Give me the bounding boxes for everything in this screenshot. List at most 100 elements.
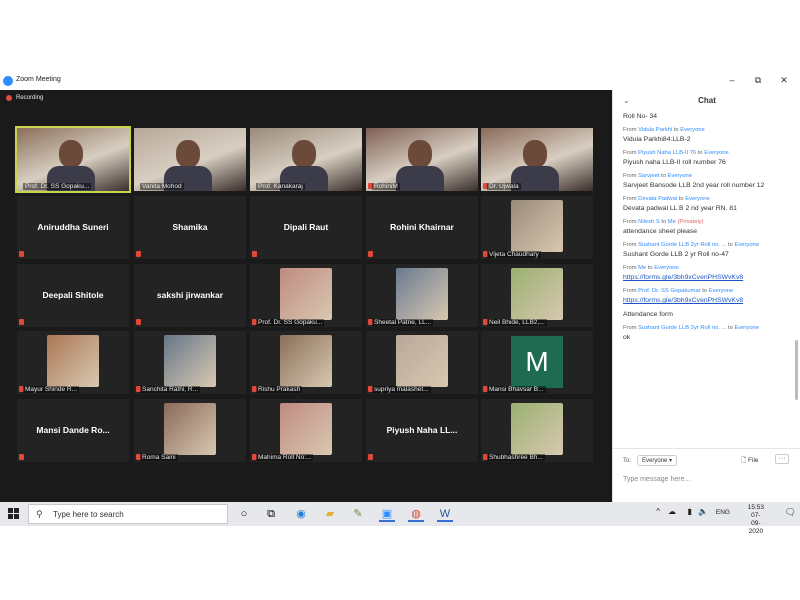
participant-tile[interactable]: sakshi jirwankar [134,264,246,327]
task-view-icon[interactable]: ⧉ [263,506,279,522]
participant-tile[interactable]: Vanita Mohod [134,128,246,191]
chat-sender: From Sushant Gorde LLB 2yr Roll no. ... … [623,242,759,248]
minimize-button[interactable]: – [726,75,738,85]
windows-taskbar: ⚲ Type here to search ○ ⧉ ◉ ▰ ✎ ▣ ◍ W ^ … [0,502,800,535]
notification-icon[interactable]: 🗨 [785,507,796,518]
participant-tile[interactable]: M Mansi Bhavsar B... [481,331,593,394]
participant-tile[interactable]: Prof. Kanakaraj [250,128,362,191]
profile-picture [396,335,448,387]
chat-panel: ⌄ Chat Roll No- 34 From Vidula Parkhi to … [612,90,800,502]
taskbar-search[interactable]: ⚲ Type here to search [28,504,228,524]
chat-body: attendance sheet please [623,228,698,235]
file-label: File [748,457,759,464]
cortana-icon[interactable]: ○ [236,506,252,522]
participant-label: Neil Bhide, LLB2,... [487,319,547,326]
chat-body: Vidula Parkhi84:LLB-2 [623,136,691,143]
participant-tile[interactable]: Shubhashree Bh... [481,399,593,462]
file-button[interactable]: 🗋 File [741,456,759,467]
recording-indicator[interactable]: Recording [6,95,43,101]
chat-message: From Me to Everyone https://forms.gle/3bh… [623,264,793,282]
participant-name: Shamika [172,222,208,232]
recording-label: Recording [16,95,44,101]
file-explorer-icon[interactable]: ▰ [322,506,338,522]
participant-tile[interactable]: RohiniM [366,128,478,191]
chat-link[interactable]: https://forms.gle/3bh9xCvenPHSWvKv8 [623,297,743,304]
muted-mic-icon [252,251,257,257]
cloud-icon[interactable]: ☁ [668,507,676,516]
maximize-button[interactable]: ⧉ [752,75,764,85]
participant-tile[interactable]: Mayur Shinde R... [17,331,129,394]
participant-tile[interactable]: Mansi Dande Ro... [17,399,129,462]
participant-video [250,128,362,191]
chat-link[interactable]: https://forms.gle/3bh9xCvenPHSWvKv8 [623,274,743,281]
chat-message: From Nilesh S to Me (Privately) attendanc… [623,218,793,236]
participant-tile[interactable]: Mahima Roll No:... [250,399,362,462]
chat-body[interactable]: https://forms.gle/3bh9xCvenPHSWvKv8 [623,273,793,282]
chat-sender: From Devata Padwal to Everyone [623,196,710,202]
avatar-letter: M [511,336,563,388]
profile-picture [396,268,448,320]
paint-icon[interactable]: ✎ [350,506,366,522]
close-button[interactable]: ✕ [778,75,790,85]
chat-sender: From Prof. Dr. SS Gopakumar to Everyone [623,288,734,294]
record-dot-icon [6,95,12,101]
participant-tile[interactable]: Dr. Ujwala [481,128,593,191]
chat-message-list[interactable]: Roll No- 34 From Vidula Parkhi to Everyon… [623,112,793,442]
to-label: To: [623,458,632,464]
participant-label: RohiniM [372,183,400,190]
participant-tile[interactable]: Roma Saini [134,399,246,462]
participant-label: Vanita Mohod [140,183,184,190]
chrome-icon[interactable]: ◍ [408,506,424,522]
participant-tile[interactable]: Shamika [134,196,246,259]
zoom-logo-icon [3,76,13,86]
clock-date: 07-09-2020 [748,512,764,535]
chat-input[interactable]: Type message here... [623,476,690,483]
participant-name: Dipali Raut [283,222,329,232]
chat-compose: To: Everyone ▾ 🗋 File ··· Type message h… [613,448,800,502]
volume-icon[interactable]: 🔈 [698,507,708,516]
chat-message: From Sushant Gorde LLB 2yr Roll no. ... … [623,241,793,259]
clock[interactable]: 15:53 07-09-2020 [748,504,764,536]
chat-scrollbar[interactable] [795,340,798,400]
participant-label: Mayur Shinde R... [23,386,80,393]
participant-tile[interactable]: Deepali Shitole [17,264,129,327]
chat-body: ok [623,334,631,341]
participant-tile[interactable]: Vijeta Chaudhary [481,196,593,259]
participant-tile[interactable]: Sanchita Rathi, R... [134,331,246,394]
profile-picture [164,403,216,455]
battery-icon[interactable]: ▮ [688,507,692,516]
participant-tile[interactable]: Rohini Khairnar [366,196,478,259]
muted-mic-icon [136,319,141,325]
chat-message: Attendance form [623,310,793,319]
participant-tile[interactable]: Rishu Prakash [250,331,362,394]
profile-picture [164,335,216,387]
participant-label: Roma Saini [140,454,178,461]
profile-picture [280,268,332,320]
participant-tile[interactable]: Prof. Dr. SS Gopaku... [15,126,131,193]
participant-tile[interactable]: Aniruddha Suneri [17,196,129,259]
more-button[interactable]: ··· [775,454,789,464]
recipient-select[interactable]: Everyone ▾ [637,455,678,466]
windows-start-icon[interactable] [8,508,19,519]
chat-body: Sarvjeet Bansode LLB 2nd year roll numbe… [623,182,765,189]
zoom-taskbar-icon[interactable]: ▣ [379,506,395,522]
chat-body[interactable]: https://forms.gle/3bh9xCvenPHSWvKv8 [623,296,793,305]
edge-icon[interactable]: ◉ [293,506,309,522]
word-icon[interactable]: W [437,506,453,522]
participant-tile[interactable]: Neil Bhide, LLB2,... [481,264,593,327]
chat-sender: From Sarvjeet to Everyone [623,173,692,179]
participant-tile[interactable]: Sheetal Patne, LL... [366,264,478,327]
participant-video [17,128,129,191]
chat-sender: From Me to Everyone [623,265,679,271]
muted-mic-icon [368,251,373,257]
participant-tile[interactable]: Dipali Raut [250,196,362,259]
profile-picture [280,335,332,387]
language-indicator[interactable]: ENG [716,509,730,516]
participant-tile[interactable]: supriya malashet... [366,331,478,394]
participant-tile[interactable]: Prof. Dr. SS Gopaku... [250,264,362,327]
zoom-window: Zoom Meeting – ⧉ ✕ Recording Prof. Dr. S… [0,72,800,502]
chevron-up-icon[interactable]: ^ [656,507,660,516]
participant-name: Deepali Shitole [42,290,104,300]
chat-message: From Piyush Naha LLB-II 76 to Everyone Pi… [623,149,793,167]
participant-tile[interactable]: Piyush Naha LL... [366,399,478,462]
